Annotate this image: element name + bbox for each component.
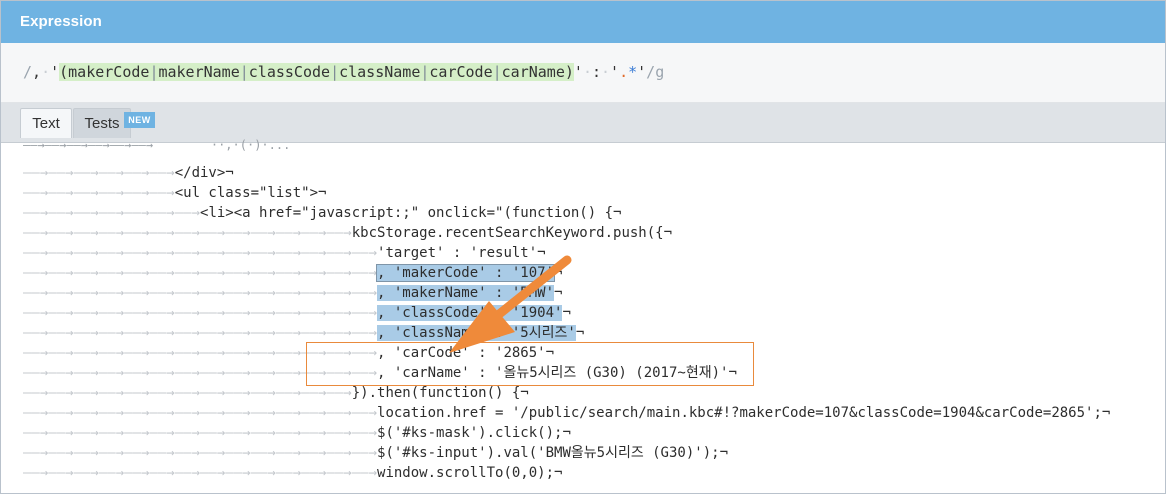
pipe: | <box>492 63 502 81</box>
alt-3: classCode <box>248 63 331 81</box>
indent: ——→——→——→——→——→——→——→——→——→——→——→——→——→—… <box>23 325 378 341</box>
line-text: kbcStorage.recentSearchKeyword.push({¬ <box>351 225 673 241</box>
indent: ——→——→——→——→——→——→——→——→——→——→——→——→——→—… <box>23 465 378 481</box>
code-line-7: ——→——→——→——→——→——→——→——→——→——→——→——→——→—… <box>23 283 562 303</box>
close-delimiter: / <box>646 63 656 81</box>
new-badge: NEW <box>124 112 155 128</box>
indent: ——→——→——→——→——→——→——→——→——→——→——→——→——→—… <box>23 445 378 461</box>
code-line-12: ——→——→——→——→——→——→——→——→——→——→——→——→——→}… <box>23 383 529 403</box>
code-line-1: ——→——→——→——→——→——→</div>¬ <box>23 163 234 183</box>
indent: ——→——→——→——→——→——→——→——→——→——→——→——→——→—… <box>23 405 378 421</box>
line-text: <li><a href="javascript:;" onclick="(fun… <box>200 205 622 221</box>
capture-group: (makerCode|makerName|classCode|className… <box>59 63 574 81</box>
expression-header: Expression <box>1 1 1165 43</box>
code-line-3: ——→——→——→——→——→——→——→<li><a href="javasc… <box>23 203 621 223</box>
expr-quote2-close: ' <box>637 63 647 81</box>
alt-2: makerName <box>158 63 240 81</box>
flags[interactable]: g <box>655 63 664 81</box>
match-highlight: , 'classCode' : '1904' <box>377 305 563 321</box>
test-text-area[interactable]: ——→——→——→——→——→——→ ··,·(·)·... ——→——→——→… <box>1 138 1165 493</box>
expr-colon: : <box>591 63 601 81</box>
line-text: $('#ks-mask').click();¬ <box>377 425 571 441</box>
indent: ——→——→——→——→——→——→——→——→——→——→——→——→——→—… <box>23 265 378 281</box>
expr-quote-open: ' <box>50 63 60 81</box>
code-line-6: ——→——→——→——→——→——→——→——→——→——→——→——→——→—… <box>23 263 562 283</box>
code-line-4: ——→——→——→——→——→——→——→——→——→——→——→——→——→k… <box>23 223 672 243</box>
line-text: $('#ks-input').val('BMW올뉴5시리즈 (G30)');¬ <box>377 445 728 461</box>
space-dot: · <box>582 63 592 81</box>
alt-6: carName <box>501 63 565 81</box>
alt-4: className <box>339 63 421 81</box>
match-highlight: , 'makerCode' : '107' <box>376 264 556 282</box>
alt-1: makerCode <box>68 63 150 81</box>
alt-5: carCode <box>429 63 493 81</box>
indent: ——→——→——→——→——→——→ <box>23 165 175 181</box>
clipped-line: ——→——→——→——→——→——→ ··,·(·)·... <box>23 138 291 152</box>
expression-title: Expression <box>20 13 102 30</box>
expr-quote2-open: ' <box>610 63 620 81</box>
line-end: ¬ <box>554 285 563 301</box>
star-quantifier: * <box>628 63 638 81</box>
match-highlight: , 'makerName' : 'BMW' <box>377 285 555 301</box>
line-text: window.scrollTo(0,0);¬ <box>377 465 563 481</box>
tab-text[interactable]: Text <box>20 108 72 138</box>
code-line-5: ——→——→——→——→——→——→——→——→——→——→——→——→——→—… <box>23 243 546 263</box>
pipe: | <box>239 63 249 81</box>
indent: ——→——→——→——→——→——→——→——→——→——→——→——→——→—… <box>23 285 378 301</box>
code-line-8: ——→——→——→——→——→——→——→——→——→——→——→——→——→—… <box>23 303 571 323</box>
group-close-paren: ) <box>564 63 574 81</box>
indent: ——→——→——→——→——→——→——→——→——→——→——→——→——→ <box>23 385 352 401</box>
group-open-paren: ( <box>59 63 69 81</box>
code-line-14: ——→——→——→——→——→——→——→——→——→——→——→——→——→—… <box>23 423 571 443</box>
tab-tests[interactable]: Tests <box>73 108 131 138</box>
orange-highlight-box <box>306 342 754 386</box>
indent: ——→——→——→——→——→——→——→——→——→——→——→——→——→ <box>23 225 352 241</box>
line-end: ¬ <box>562 305 571 321</box>
indent: ——→——→——→——→——→——→——→ <box>23 205 201 221</box>
line-text: </div>¬ <box>174 165 234 181</box>
match-highlight: , 'className' : '5시리즈' <box>377 325 576 341</box>
indent: ——→——→——→——→——→——→ <box>23 185 175 201</box>
regex-tool-window: Expression /,·'(makerCode|makerName|clas… <box>0 0 1166 494</box>
expr-comma: , <box>32 63 42 81</box>
expr-quote-close: ' <box>573 63 583 81</box>
line-text: <ul class="list">¬ <box>174 185 327 201</box>
space-dot: · <box>41 63 51 81</box>
line-end: ¬ <box>554 265 563 281</box>
open-delimiter: / <box>23 63 33 81</box>
expression-text[interactable]: /,·'(makerCode|makerName|classCode|class… <box>23 63 664 81</box>
indent: ——→——→——→——→——→——→——→——→——→——→——→——→——→—… <box>23 305 378 321</box>
code-line-9: ——→——→——→——→——→——→——→——→——→——→——→——→——→—… <box>23 323 584 343</box>
indent: ——→——→——→——→——→——→——→——→——→——→——→——→——→—… <box>23 425 378 441</box>
any-char: . <box>619 63 629 81</box>
code-line-2: ——→——→——→——→——→——→<ul class="list">¬ <box>23 183 326 203</box>
space-dot: · <box>601 63 611 81</box>
code-line-13: ——→——→——→——→——→——→——→——→——→——→——→——→——→—… <box>23 403 1110 423</box>
line-text: }).then(function() {¬ <box>351 385 529 401</box>
line-text: 'target' : 'result'¬ <box>377 245 546 261</box>
code-line-15: ——→——→——→——→——→——→——→——→——→——→——→——→——→—… <box>23 443 728 463</box>
expression-editor[interactable]: /,·'(makerCode|makerName|classCode|class… <box>1 43 1165 103</box>
pipe: | <box>330 63 340 81</box>
line-text: location.href = '/public/search/main.kbc… <box>377 405 1111 421</box>
indent: ——→——→——→——→——→——→——→——→——→——→——→——→——→—… <box>23 245 378 261</box>
code-line-16: ——→——→——→——→——→——→——→——→——→——→——→——→——→—… <box>23 463 562 483</box>
line-end: ¬ <box>575 325 585 341</box>
